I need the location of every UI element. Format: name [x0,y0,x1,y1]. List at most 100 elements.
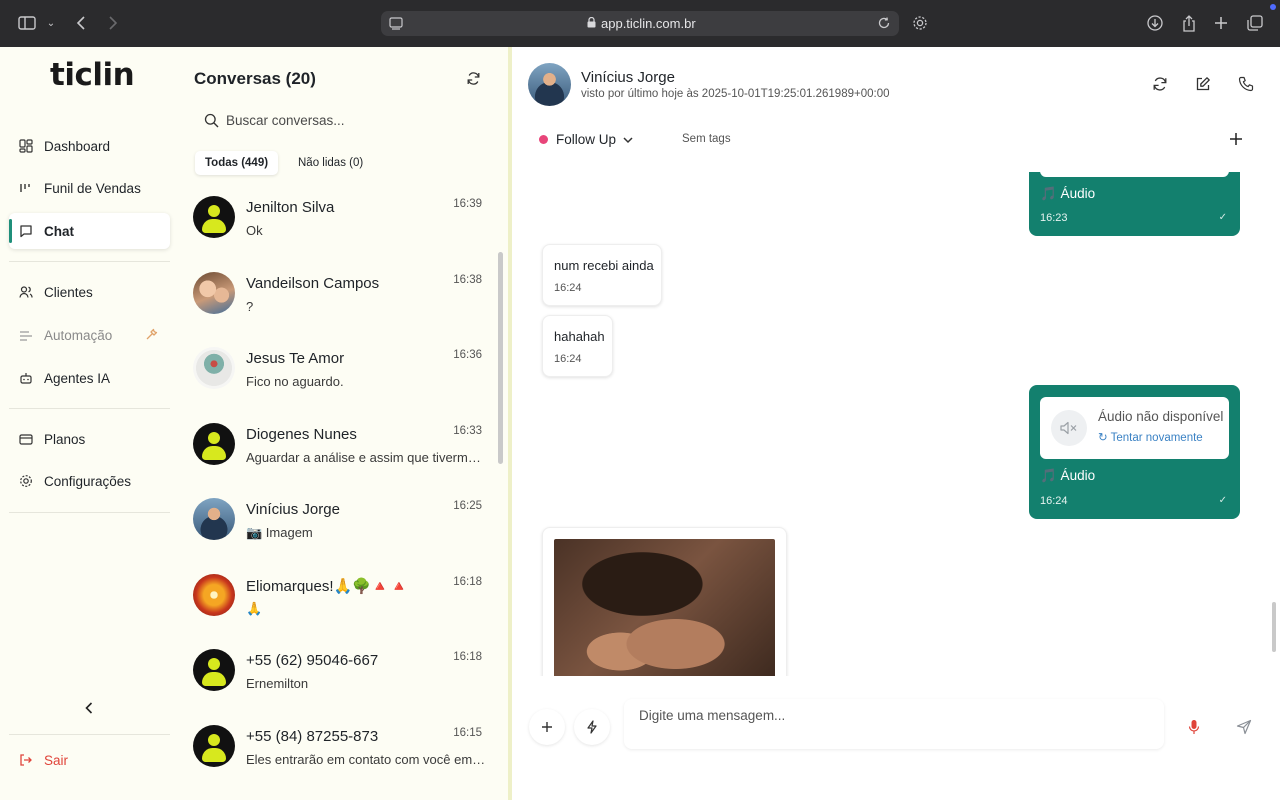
sidebar-item-clientes[interactable]: Clientes [9,274,170,310]
reader-icon[interactable] [389,17,403,30]
avatar[interactable] [528,63,571,106]
message-time: 16:24 [554,282,582,294]
chevron-down-icon[interactable] [622,134,634,146]
retry-label: Tentar novamente [1110,432,1203,444]
incoming-image-message[interactable] [542,527,787,676]
contact-name: Vinícius Jorge [581,69,675,86]
new-tab-icon[interactable] [1210,13,1232,33]
share-icon[interactable] [1178,13,1200,33]
list-item[interactable]: Vandeilson Campos ? 16:38 [178,265,496,340]
message-time: 16:18 [453,576,482,588]
message-input[interactable] [624,699,1164,749]
scrollbar[interactable] [498,252,503,464]
sidebar-item-label: Planos [44,431,86,447]
list-item[interactable]: +55 (84) 87255-873 Eles entrarão em cont… [178,718,496,767]
audio-unavailable-text: Áudio não disponível [1098,409,1224,424]
list-item[interactable]: Vinícius Jorge 📷 Imagem 16:25 [178,491,496,566]
divider [9,734,170,735]
quick-reply-button[interactable] [574,709,610,745]
logout-button[interactable]: Sair [9,742,170,778]
logo: ticlin [50,57,135,93]
message-time: 16:39 [453,198,482,210]
last-message: Eles entrarão em contato com você em bre… [246,752,486,767]
list-item[interactable]: Eliomarques!🙏🌳🔺🔺 🙏 16:18 [178,567,496,642]
list-item[interactable]: Diogenes Nunes Aguardar a análise e assi… [178,416,496,491]
chat-icon [19,224,33,238]
image-thumbnail[interactable] [554,539,775,676]
sidebar-item-chat[interactable]: Chat [9,213,170,249]
sidebar-item-agentes[interactable]: Agentes IA [9,360,170,396]
contact-name: +55 (84) 87255-873 [246,728,379,745]
chevron-left-icon [85,702,93,714]
forward-icon[interactable] [102,13,124,33]
message-text: hahahah [554,329,605,344]
retry-link[interactable]: ↻ Tentar novamente [1098,430,1203,444]
last-message: Ok [246,223,263,238]
divider [9,261,170,262]
sidebar-item-dashboard[interactable]: Dashboard [9,128,170,164]
tab-overview-icon[interactable] [1244,13,1266,33]
notification-dot [1270,4,1276,10]
settings-icon[interactable] [909,13,931,33]
sidebar-item-automacao[interactable]: Automação [9,317,170,353]
filter-unread-button[interactable]: Não lidas (0) [288,151,373,175]
chevron-down-icon[interactable]: ⌄ [40,13,62,33]
last-message: Fico no aguardo. [246,374,344,389]
message-time: 16:36 [453,349,482,361]
list-item[interactable]: +55 (62) 95046-667 Ernemilton 16:18 [178,642,496,717]
audio-label: 🎵 Áudio [1040,468,1096,483]
chat-panel: Vinícius Jorge visto por último hoje às … [512,47,1280,800]
message-time: 16:18 [453,651,482,663]
stage-selector[interactable]: Follow Up [556,132,616,147]
lock-icon [587,17,596,28]
sidebar-item-label: Automação [44,327,113,343]
bot-icon [19,371,33,385]
message-list: 🎵 Áudio 16:23 ✓ num recebi ainda 16:24 h… [512,172,1270,676]
sidebar-item-funil[interactable]: Funil de Vendas [9,170,170,206]
sidebar-toggle-icon[interactable] [16,13,38,33]
attach-button[interactable] [529,709,565,745]
record-audio-button[interactable] [1176,709,1212,745]
message-text: num recebi ainda [554,258,654,273]
list-item[interactable]: Jesus Te Amor Fico no aguardo. 16:36 [178,340,496,415]
sidebar-item-planos[interactable]: Planos [9,421,170,457]
send-button[interactable] [1226,709,1262,745]
avatar [193,196,235,238]
download-icon[interactable] [1144,13,1166,33]
phone-icon[interactable] [1238,76,1254,92]
browser-toolbar: ⌄ app.ticlin.com.br [0,0,1280,47]
add-tag-icon[interactable] [1228,131,1244,147]
search-icon [204,113,219,128]
avatar [193,649,235,691]
sidebar-item-label: Configurações [44,473,132,489]
sidebar-item-label: Agentes IA [44,370,111,386]
reload-icon[interactable] [877,16,891,30]
sidebar-item-label: Funil de Vendas [44,180,141,196]
last-message: Aguardar a análise e assim que tivermos … [246,450,486,465]
outgoing-message: Áudio não disponível ↻ Tentar novamente … [1029,385,1240,519]
back-icon[interactable] [70,13,92,33]
lightning-icon [587,720,597,734]
sidebar-item-configuracoes[interactable]: Configurações [9,463,170,499]
filter-all-button[interactable]: Todas (449) [195,151,279,175]
incoming-message: num recebi ainda 16:24 [542,244,662,306]
refresh-icon[interactable] [466,71,481,86]
message-time: 16:33 [453,425,482,437]
list-item[interactable]: Jenilton Silva Ok 16:39 [178,189,496,264]
edit-icon[interactable] [1195,76,1211,92]
avatar [193,347,235,389]
contact-name: Jesus Te Amor [246,350,345,367]
dashboard-icon [19,139,33,153]
refresh-icon[interactable] [1152,76,1168,92]
contact-name: Vandeilson Campos [246,275,380,292]
tags-label: Sem tags [682,133,731,145]
search-input[interactable] [226,109,476,131]
collapse-sidebar-button[interactable] [80,699,98,717]
last-message: Ernemilton [246,676,309,691]
users-icon [19,285,33,299]
composer [512,677,1280,800]
address-bar[interactable]: app.ticlin.com.br [381,11,899,36]
incoming-message: hahahah 16:24 [542,315,613,377]
last-message: 🙏 [246,601,263,616]
scrollbar[interactable] [1272,602,1276,652]
